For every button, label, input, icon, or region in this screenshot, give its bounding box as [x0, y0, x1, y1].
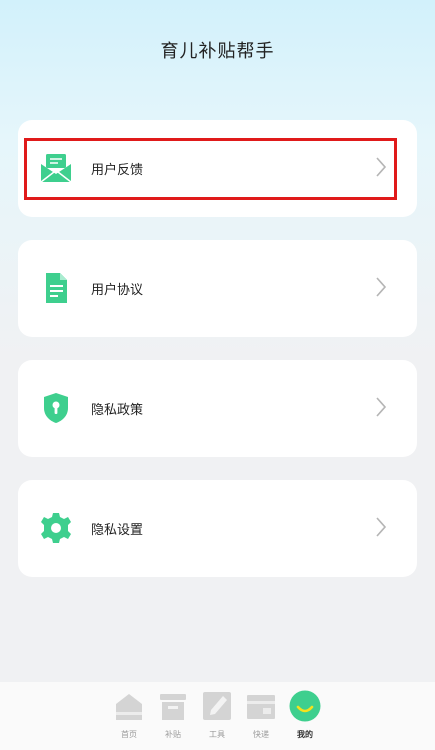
tab-home[interactable]: 首页 — [109, 690, 149, 740]
tab-mine[interactable]: 我的 — [285, 690, 325, 740]
menu-item-label: 用户协议 — [91, 282, 144, 297]
gear-icon — [41, 513, 71, 543]
tab-label: 快递 — [253, 730, 269, 739]
document-icon — [46, 273, 67, 303]
box-icon — [247, 695, 275, 719]
menu-item-label: 用户反馈 — [91, 162, 144, 177]
mail-icon — [40, 154, 72, 183]
menu-item-feedback[interactable]: 用户反馈 — [18, 120, 417, 217]
smile-icon — [289, 690, 321, 722]
menu-item-privacy-settings[interactable]: 隐私设置 — [18, 480, 417, 577]
tab-express[interactable]: 快递 — [241, 690, 281, 740]
page-title: 育儿补贴帮手 — [160, 41, 275, 61]
bottom-tab-bar: 首页 补贴 工具 快递 我的 — [0, 682, 435, 750]
menu-item-user-agreement[interactable]: 用户协议 — [18, 240, 417, 337]
menu-item-label: 隐私政策 — [91, 402, 144, 417]
tab-label: 补贴 — [165, 730, 181, 739]
home-icon — [116, 694, 142, 720]
menu-item-label: 隐私设置 — [91, 522, 144, 537]
tab-tools[interactable]: 工具 — [197, 690, 237, 740]
inbox-icon — [160, 694, 186, 720]
chevron-right-icon — [376, 397, 387, 417]
chevron-right-icon — [376, 157, 387, 177]
menu-item-privacy-policy[interactable]: 隐私政策 — [18, 360, 417, 457]
shield-icon — [44, 393, 68, 423]
tab-label: 工具 — [209, 730, 225, 739]
chevron-right-icon — [376, 277, 387, 297]
tab-subsidy[interactable]: 补贴 — [153, 690, 193, 740]
chevron-right-icon — [376, 517, 387, 537]
tab-label: 我的 — [297, 730, 313, 739]
pencil-icon — [203, 692, 231, 720]
tab-label: 首页 — [121, 730, 137, 739]
